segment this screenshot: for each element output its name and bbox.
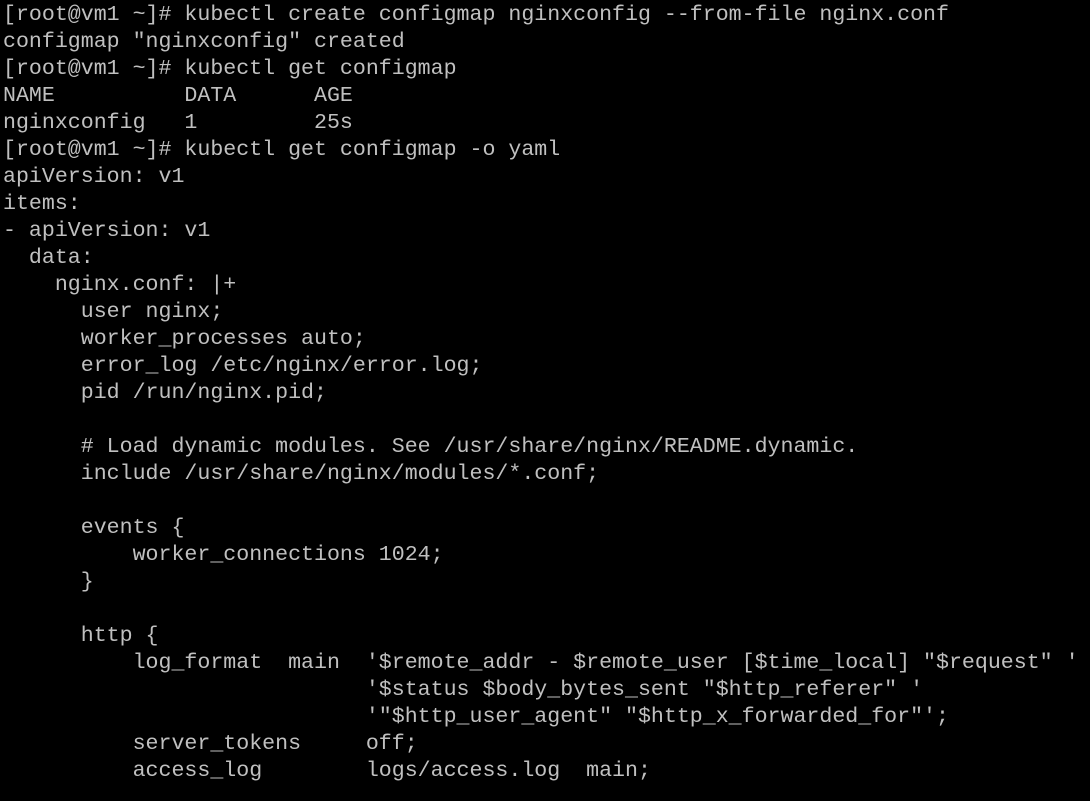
terminal-line: http { [3,624,159,648]
terminal-line: - apiVersion: v1 [3,219,211,243]
terminal-line: '"$http_user_agent" "$http_x_forwarded_f… [3,705,949,729]
terminal-line: server_tokens off; [3,732,418,756]
terminal-line: '$status $body_bytes_sent "$http_referer… [3,678,924,702]
terminal-line: apiVersion: v1 [3,165,185,189]
terminal-line: } [3,570,94,594]
terminal-line: user nginx; [3,300,224,324]
terminal-line: include /usr/share/nginx/modules/*.conf; [3,462,600,486]
terminal-line: # Load dynamic modules. See /usr/share/n… [3,435,859,459]
terminal-line: configmap "nginxconfig" created [3,30,405,54]
terminal-line: [root@vm1 ~]# kubectl get configmap -o y… [3,138,561,162]
terminal-line: access_log logs/access.log main; [3,759,651,783]
terminal-line: pid /run/nginx.pid; [3,381,327,405]
terminal-line: worker_connections 1024; [3,543,444,567]
terminal-line: worker_processes auto; [3,327,366,351]
terminal-line: log_format main '$remote_addr - $remote_… [3,651,1079,675]
terminal-line: data: [3,246,94,270]
terminal-line: [root@vm1 ~]# kubectl get configmap [3,57,457,81]
terminal-line: error_log /etc/nginx/error.log; [3,354,483,378]
terminal-line: [root@vm1 ~]# kubectl create configmap n… [3,3,949,27]
terminal-line: NAME DATA AGE [3,84,353,108]
terminal-line: nginxconfig 1 25s [3,111,353,135]
terminal-output[interactable]: [root@vm1 ~]# kubectl create configmap n… [0,0,1090,785]
terminal-line: nginx.conf: |+ [3,273,237,297]
terminal-line: items: [3,192,81,216]
terminal-line: events { [3,516,185,540]
